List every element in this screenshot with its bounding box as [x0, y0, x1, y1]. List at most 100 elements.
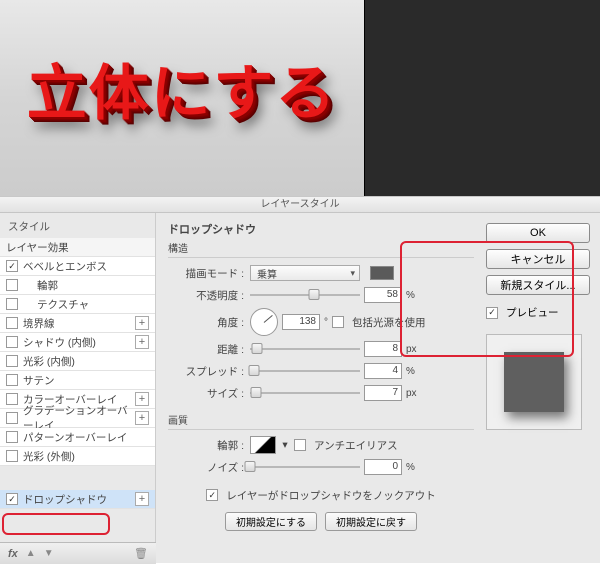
checkbox-icon[interactable] [6, 393, 18, 405]
fx-icon[interactable]: fx [8, 548, 18, 560]
row-contour: 輪郭 : ▾ アンチエイリアス [168, 434, 474, 456]
layer-style-dialog: レイヤースタイル スタイル レイヤー効果 ベベルとエンボス 輪郭 テクスチャ 境 [0, 196, 600, 563]
preview-box [486, 334, 582, 430]
knockout-checkbox[interactable] [206, 489, 218, 501]
style-row-texture[interactable]: テクスチャ [0, 295, 155, 314]
chevron-down-icon: ▾ [350, 268, 355, 279]
style-row-inner-glow[interactable]: 光彩 (内側) [0, 352, 155, 371]
arrow-down-icon[interactable]: ▼ [44, 548, 54, 559]
global-light-label: 包括光源を使用 [352, 315, 426, 330]
label: 光彩 (外側) [23, 449, 149, 464]
preview-checkbox[interactable] [486, 307, 498, 319]
row-blend-mode: 描画モード : 乗算 ▾ [168, 262, 474, 284]
global-light-checkbox[interactable] [332, 316, 344, 328]
sample-text: 立体にする [27, 45, 338, 132]
section-title: ドロップシャドウ [168, 221, 474, 237]
checkbox-icon[interactable] [6, 412, 18, 424]
checkbox-icon[interactable] [6, 260, 18, 272]
angle-dial[interactable] [250, 308, 278, 336]
label: ベベルとエンボス [23, 259, 149, 274]
styles-column: スタイル レイヤー効果 ベベルとエンボス 輪郭 テクスチャ 境界線 + [0, 213, 156, 564]
style-row-inner-shadow[interactable]: シャドウ (内側) + [0, 333, 155, 352]
label: 輪郭 [23, 278, 149, 293]
style-row-bevel[interactable]: ベベルとエンボス [0, 257, 155, 276]
unit: ° [324, 317, 328, 328]
unit: % [406, 290, 415, 301]
reset-default-button[interactable]: 初期設定に戻す [325, 512, 417, 531]
actions-column: OK キャンセル 新規スタイル... プレビュー [484, 213, 600, 564]
add-icon[interactable]: + [135, 492, 149, 506]
row-knockout: レイヤーがドロップシャドウをノックアウト [168, 484, 474, 506]
label: 光彩 (内側) [23, 354, 149, 369]
noise-slider[interactable] [250, 460, 360, 474]
distance-label: 距離 : [168, 342, 246, 357]
noise-input[interactable]: 0 [364, 459, 402, 475]
style-row-outer-glow[interactable]: 光彩 (外側) [0, 447, 155, 466]
dialog-title: レイヤースタイル [0, 197, 600, 213]
distance-input[interactable]: 8 [364, 341, 402, 357]
add-icon[interactable]: + [135, 392, 149, 406]
opacity-input[interactable]: 58 [364, 287, 402, 303]
label: シャドウ (内側) [23, 335, 135, 350]
color-swatch[interactable] [370, 266, 394, 280]
style-row-layer-effect[interactable]: レイヤー効果 [0, 238, 155, 257]
size-label: サイズ : [168, 386, 246, 401]
checkbox-icon[interactable] [6, 317, 18, 329]
row-distance: 距離 : 8 px [168, 338, 474, 360]
checkbox-icon[interactable] [6, 298, 18, 310]
opacity-slider[interactable] [250, 288, 360, 302]
unit: % [406, 366, 415, 377]
knockout-label: レイヤーがドロップシャドウをノックアウト [226, 488, 435, 503]
style-row-gradient-overlay[interactable]: グラデーションオーバーレイ + [0, 409, 155, 428]
checkbox-icon[interactable] [6, 493, 18, 505]
label: ドロップシャドウ [23, 492, 135, 507]
add-icon[interactable]: + [135, 335, 149, 349]
chevron-down-icon[interactable]: ▾ [280, 439, 290, 451]
arrow-up-icon[interactable]: ▲ [26, 548, 36, 559]
quality-title: 画質 [168, 412, 474, 427]
row-spread: スプレッド : 4 % [168, 360, 474, 382]
settings-column: ドロップシャドウ 構造 描画モード : 乗算 ▾ 不透明度 : 58 % [156, 213, 484, 564]
canvas-area: 立体にする [0, 0, 600, 196]
style-row-drop-shadow[interactable]: ドロップシャドウ + [0, 490, 155, 509]
style-row-contour[interactable]: 輪郭 [0, 276, 155, 295]
spread-label: スプレッド : [168, 364, 246, 379]
styles-header: スタイル [0, 213, 155, 238]
add-icon[interactable]: + [135, 316, 149, 330]
angle-input[interactable]: 138 [282, 314, 320, 330]
checkbox-icon[interactable] [6, 336, 18, 348]
preview-swatch [504, 352, 564, 412]
label: パターンオーバーレイ [23, 430, 149, 445]
unit: % [406, 462, 415, 473]
noise-label: ノイズ : [168, 460, 246, 475]
style-row-satin[interactable]: サテン [0, 371, 155, 390]
opacity-label: 不透明度 : [168, 288, 246, 303]
checkbox-icon[interactable] [6, 355, 18, 367]
make-default-button[interactable]: 初期設定にする [225, 512, 317, 531]
spread-input[interactable]: 4 [364, 363, 402, 379]
contour-swatch[interactable] [250, 436, 276, 454]
structure-title: 構造 [168, 240, 474, 255]
label: 境界線 [23, 316, 135, 331]
trash-icon[interactable]: 🗑 [134, 547, 148, 560]
row-noise: ノイズ : 0 % [168, 456, 474, 478]
ok-button[interactable]: OK [486, 223, 590, 243]
antialias-checkbox[interactable] [294, 439, 306, 451]
checkbox-icon[interactable] [6, 431, 18, 443]
checkbox-icon[interactable] [6, 374, 18, 386]
distance-slider[interactable] [250, 342, 360, 356]
new-style-button[interactable]: 新規スタイル... [486, 275, 590, 295]
checkbox-icon[interactable] [6, 450, 18, 462]
style-row-pattern-overlay[interactable]: パターンオーバーレイ [0, 428, 155, 447]
size-slider[interactable] [250, 386, 360, 400]
label: レイヤー効果 [6, 240, 149, 255]
spread-slider[interactable] [250, 364, 360, 378]
cancel-button[interactable]: キャンセル [486, 249, 590, 269]
checkbox-icon[interactable] [6, 279, 18, 291]
unit: px [406, 388, 417, 399]
add-icon[interactable]: + [135, 411, 149, 425]
size-input[interactable]: 7 [364, 385, 402, 401]
row-opacity: 不透明度 : 58 % [168, 284, 474, 306]
blend-mode-select[interactable]: 乗算 ▾ [250, 265, 360, 281]
style-row-stroke[interactable]: 境界線 + [0, 314, 155, 333]
